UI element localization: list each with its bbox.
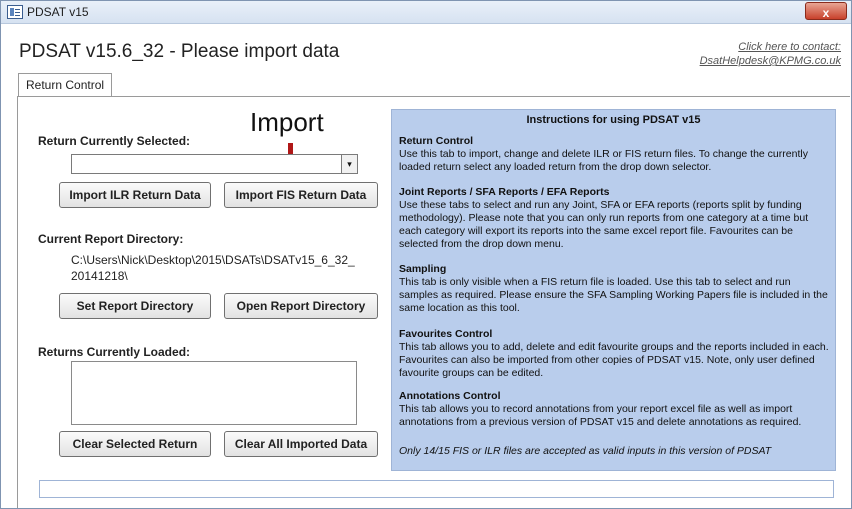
clear-all-imported-data-button[interactable]: Clear All Imported Data — [224, 431, 378, 457]
returns-loaded-label: Returns Currently Loaded: — [38, 345, 191, 359]
instructions-section-reports: Joint Reports / SFA Reports / EFA Report… — [399, 186, 831, 251]
contact-link[interactable]: Click here to contact: — [738, 41, 841, 53]
return-selector-dropdown[interactable]: ▾ — [71, 154, 358, 174]
instructions-panel: Instructions for using PDSAT v15 Return … — [391, 109, 836, 471]
instructions-body: This tab is only visible when a FIS retu… — [399, 276, 828, 314]
instructions-heading: Favourites Control — [399, 328, 493, 340]
instructions-title: Instructions for using PDSAT v15 — [526, 114, 701, 126]
instructions-body: Use these tabs to select and run any Joi… — [399, 199, 809, 250]
instructions-heading: Joint Reports / SFA Reports / EFA Report… — [399, 186, 610, 198]
set-report-directory-button[interactable]: Set Report Directory — [59, 293, 211, 319]
window-title: PDSAT v15 — [27, 5, 89, 19]
contact-email-link[interactable]: DsatHelpdesk@KPMG.co.uk — [700, 55, 841, 67]
open-report-directory-button[interactable]: Open Report Directory — [224, 293, 378, 319]
instructions-body: This tab allows you to record annotation… — [399, 403, 802, 428]
instructions-heading: Annotations Control — [399, 390, 501, 402]
status-bar — [39, 480, 834, 498]
import-fis-button[interactable]: Import FIS Return Data — [224, 182, 378, 208]
report-directory-path: C:\Users\Nick\Desktop\2015\DSATs\DSATv15… — [71, 253, 355, 283]
close-window-button[interactable]: x — [805, 2, 847, 20]
instructions-section-annotations: Annotations Control This tab allows you … — [399, 390, 831, 429]
import-ilr-button[interactable]: Import ILR Return Data — [59, 182, 211, 208]
clear-selected-return-button[interactable]: Clear Selected Return — [59, 431, 211, 457]
loaded-returns-list[interactable] — [71, 361, 357, 425]
instructions-body: This tab allows you to add, delete and e… — [399, 341, 829, 379]
report-directory-label: Current Report Directory: — [38, 232, 184, 246]
tab-return-control[interactable]: Return Control — [18, 73, 113, 96]
instructions-footer: Only 14/15 FIS or ILR files are accepted… — [399, 445, 772, 457]
instructions-section-favourites: Favourites Control This tab allows you t… — [399, 328, 831, 380]
instructions-section-return-control: Return Control Use this tab to import, c… — [399, 135, 831, 174]
app-window: PDSAT v15 x PDSAT v15.6_32 - Please impo… — [0, 0, 852, 509]
access-form-icon — [7, 5, 23, 19]
instructions-section-sampling: Sampling This tab is only visible when a… — [399, 263, 831, 315]
instructions-body: Use this tab to import, change and delet… — [399, 148, 808, 173]
return-selected-label: Return Currently Selected: — [38, 134, 191, 148]
chevron-down-icon[interactable]: ▾ — [341, 155, 357, 173]
import-annotation-label: Import — [250, 107, 324, 137]
form-title: PDSAT v15.6_32 - Please import data — [19, 41, 340, 62]
instructions-heading: Sampling — [399, 263, 447, 275]
instructions-heading: Return Control — [399, 135, 474, 147]
title-bar: PDSAT v15 x — [1, 1, 851, 24]
